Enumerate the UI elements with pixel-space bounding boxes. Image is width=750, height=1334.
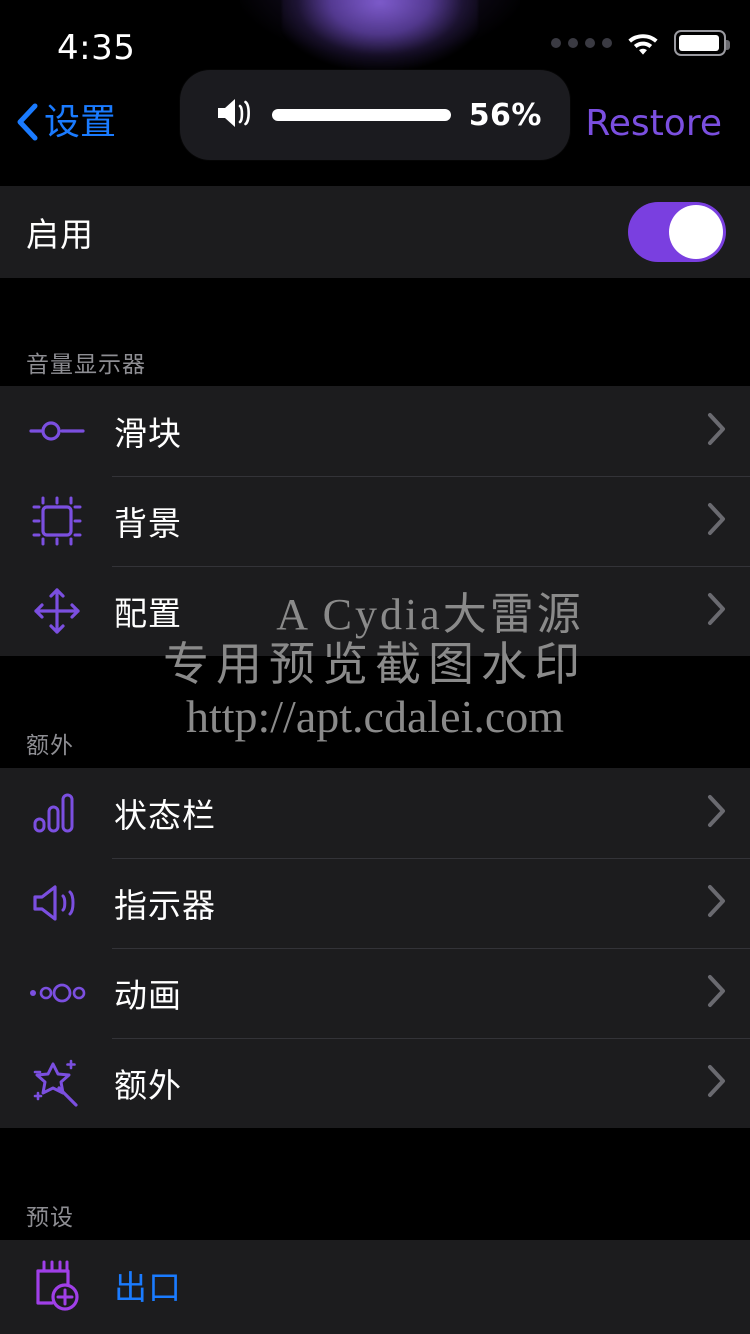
row-status-bar-label: 状态栏 [114,797,216,834]
group-presets: 出口 [0,1240,750,1334]
row-enable[interactable]: 启用 [0,186,750,278]
restore-button[interactable]: Restore [585,106,722,142]
wifi-icon [626,30,660,56]
move-arrows-icon [22,583,92,639]
frame-dashed-icon [22,494,92,548]
chevron-right-icon [706,974,726,1013]
dots-animation-icon [22,978,92,1008]
row-background[interactable]: 背景 [0,476,750,566]
back-button-label: 设置 [44,101,117,142]
speaker-waves-icon [22,882,92,924]
row-export-label: 出口 [114,1269,182,1306]
row-slider[interactable]: 滑块 [0,386,750,476]
phone-screen: 4:35 56% 设置 Restore 启用 音量显示器 滑块 背景 配置 额外… [0,0,750,1334]
row-background-label: 背景 [114,505,182,542]
signal-dots-icon [551,38,612,48]
enable-group: 启用 [0,186,750,278]
row-status-bar[interactable]: 状态栏 [0,768,750,858]
enable-label: 启用 [26,216,94,253]
note-add-icon [22,1257,92,1313]
row-position[interactable]: 配置 [0,566,750,656]
chevron-right-icon [706,794,726,833]
row-indicator[interactable]: 指示器 [0,858,750,948]
chevron-left-icon [14,102,40,142]
status-bar-time: 4:35 [57,28,136,68]
chevron-right-icon [706,592,726,631]
row-export[interactable]: 出口 [0,1240,750,1330]
row-animation[interactable]: 动画 [0,948,750,1038]
chevron-right-icon [706,412,726,451]
section-header-volume-indicator: 音量显示器 [26,351,146,377]
section-header-extras: 额外 [26,732,74,758]
back-button[interactable]: 设置 [14,102,116,142]
slider-icon [22,411,92,451]
enable-toggle[interactable] [628,202,726,262]
toggle-knob [669,205,723,259]
row-animation-label: 动画 [114,977,182,1014]
magic-wand-icon [22,1055,92,1111]
chevron-right-icon [706,1064,726,1103]
row-position-label: 配置 [114,595,182,632]
bar-chart-icon [22,792,92,834]
status-bar-indicators [551,30,730,56]
battery-icon [674,30,730,56]
chevron-right-icon [706,884,726,923]
settings-content: 启用 音量显示器 滑块 背景 配置 额外 状态栏 指示器 动画 额外 预设 出口 [0,0,750,1334]
group-extras: 状态栏 指示器 动画 额外 [0,768,750,1128]
group-volume-indicator: 滑块 背景 配置 [0,386,750,656]
chevron-right-icon [706,502,726,541]
row-extras[interactable]: 额外 [0,1038,750,1128]
nav-bar: 设置 Restore [0,96,750,172]
status-bar: 4:35 [0,0,750,78]
row-slider-label: 滑块 [114,415,182,452]
section-header-presets: 预设 [26,1204,74,1230]
row-indicator-label: 指示器 [114,887,216,924]
row-extras-label: 额外 [114,1067,182,1104]
